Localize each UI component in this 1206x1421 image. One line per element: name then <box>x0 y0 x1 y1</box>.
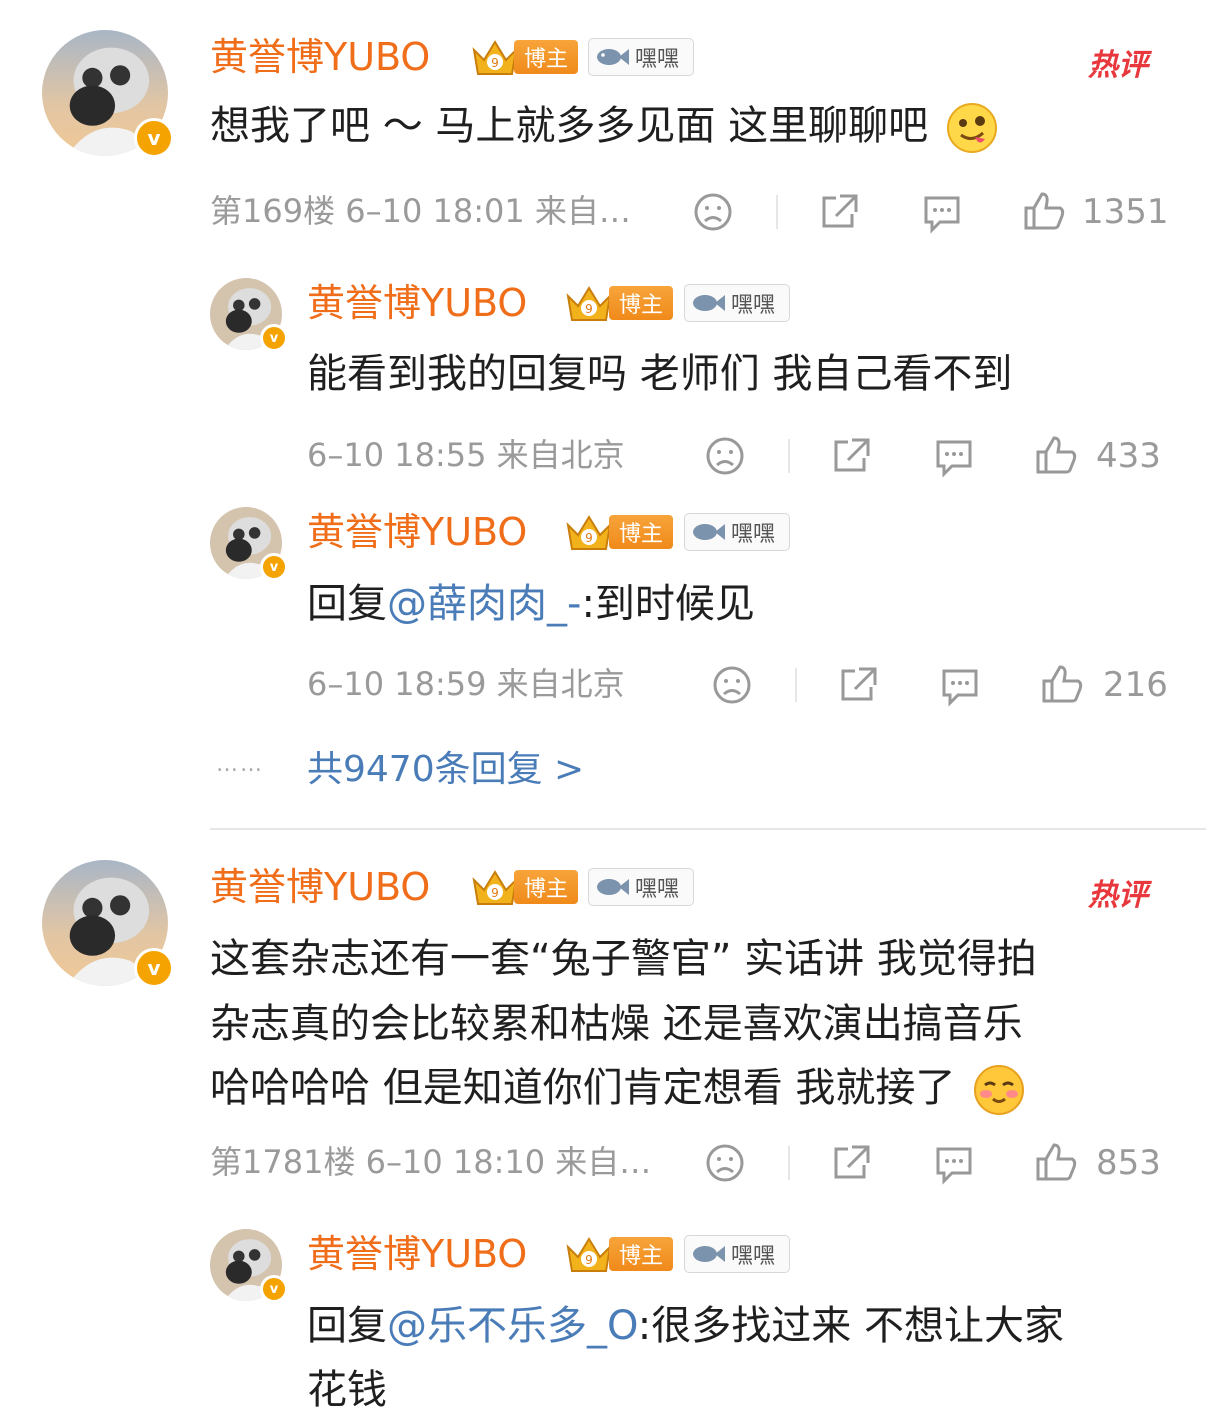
verified-badge: v <box>134 948 174 988</box>
dislike-icon[interactable] <box>693 192 733 232</box>
comment-line: 杂志真的会比较累和枯燥 还是喜欢演出搞音乐 <box>210 1001 1023 1047</box>
reply-text-line-2: 花钱 <box>307 1367 387 1413</box>
shy-emoji <box>974 1065 1025 1115</box>
share-icon[interactable] <box>837 665 879 705</box>
avatar[interactable]: v <box>210 507 288 581</box>
reply-meta: 6–10 18:59 来自北京 <box>307 665 625 703</box>
like-count: 433 <box>1096 436 1161 476</box>
username[interactable]: 黄誉博YUBO <box>307 513 527 551</box>
like-icon[interactable] <box>1040 663 1084 705</box>
share-icon[interactable] <box>830 436 872 476</box>
svg-text:9: 9 <box>491 56 499 70</box>
reply-text: 回复@乐不乐多_O:很多找过来 不想让大家 <box>307 1300 1064 1352</box>
blogger-badge: 博主 <box>609 515 673 549</box>
username[interactable]: 黄誉博YUBO <box>307 1235 527 1273</box>
divider <box>788 1146 790 1180</box>
crown-icon: 9 <box>566 1237 612 1272</box>
divider <box>776 195 778 229</box>
hot-comment-label: 热评 <box>1088 48 1148 83</box>
comment-text: 哈哈哈哈 但是知道你们肯定想看 我就接了 <box>210 1062 1026 1117</box>
share-icon[interactable] <box>830 1143 872 1183</box>
username[interactable]: 黄誉博YUBO <box>307 284 527 322</box>
fish-icon <box>693 1246 725 1262</box>
avatar[interactable]: v <box>210 278 288 352</box>
fan-badge: 嘿嘿 <box>588 868 694 906</box>
verified-badge: v <box>260 553 288 581</box>
avatar[interactable]: v <box>42 30 174 158</box>
fan-label: 嘿嘿 <box>731 1244 776 1269</box>
comment-line: 这套杂志还有一套“兔子警官” 实话讲 我觉得拍 <box>210 936 1037 982</box>
like-icon[interactable] <box>1034 1141 1078 1183</box>
reply-text: 回复@薛肉肉_-:到时候见 <box>307 578 755 630</box>
reply-meta: 6–10 18:55 来自北京 <box>307 436 625 474</box>
avatar[interactable]: v <box>210 1229 288 1303</box>
fan-label: 嘿嘿 <box>635 47 680 72</box>
more-replies-link[interactable]: 共9470条回复 > <box>307 752 584 788</box>
more-dots: …… <box>216 752 264 777</box>
dislike-icon[interactable] <box>705 436 745 476</box>
svg-text:9: 9 <box>585 531 593 545</box>
fan-badge: 嘿嘿 <box>684 284 790 322</box>
tongue-emoji <box>946 103 997 153</box>
fan-badge: 嘿嘿 <box>588 38 694 76</box>
fish-icon <box>693 524 725 540</box>
verified-badge: v <box>260 1275 288 1303</box>
blogger-badge: 博主 <box>514 870 578 904</box>
fan-badge: 嘿嘿 <box>684 513 790 551</box>
reply-body: :很多找过来 不想让大家 <box>637 1303 1064 1349</box>
mention-link[interactable]: @薛肉肉_- <box>387 581 581 627</box>
comment-icon[interactable] <box>920 192 964 234</box>
username[interactable]: 黄誉博YUBO <box>210 868 430 906</box>
fan-label: 嘿嘿 <box>731 522 776 547</box>
divider <box>795 668 797 702</box>
crown-icon: 9 <box>566 515 612 550</box>
like-count: 216 <box>1103 665 1168 705</box>
dislike-icon[interactable] <box>705 1143 745 1183</box>
crown-icon: 9 <box>566 286 612 321</box>
reply-prefix: 回复 <box>307 1303 387 1349</box>
fish-icon <box>597 49 629 65</box>
dislike-icon[interactable] <box>712 665 752 705</box>
verified-badge: v <box>260 324 288 352</box>
reply-prefix: 回复 <box>307 581 387 627</box>
blogger-badge: 博主 <box>514 40 578 74</box>
crown-icon: 9 <box>472 40 518 75</box>
comment-icon[interactable] <box>932 1143 976 1185</box>
comment-line: 想我了吧 ～ 马上就多多见面 这里聊聊吧 <box>210 103 929 149</box>
fan-label: 嘿嘿 <box>635 877 680 902</box>
blogger-badge: 博主 <box>609 286 673 320</box>
fish-icon <box>693 295 725 311</box>
svg-text:9: 9 <box>585 1253 593 1267</box>
like-count: 1351 <box>1082 192 1169 232</box>
svg-text:9: 9 <box>585 302 593 316</box>
comment-text: 想我了吧 ～ 马上就多多见面 这里聊聊吧 <box>210 100 999 155</box>
fish-icon <box>597 879 629 895</box>
fan-label: 嘿嘿 <box>731 293 776 318</box>
divider <box>788 439 790 473</box>
reply-text: 能看到我的回复吗 老师们 我自己看不到 <box>307 351 1013 397</box>
comment-line: 哈哈哈哈 但是知道你们肯定想看 我就接了 <box>210 1065 956 1111</box>
section-divider <box>210 828 1206 830</box>
crown-icon: 9 <box>472 870 518 905</box>
comment-icon[interactable] <box>932 436 976 478</box>
blogger-badge: 博主 <box>609 1237 673 1271</box>
verified-badge: v <box>134 118 174 158</box>
avatar[interactable]: v <box>42 860 174 988</box>
like-icon[interactable] <box>1034 434 1078 476</box>
fan-badge: 嘿嘿 <box>684 1235 790 1273</box>
reply-body: :到时候见 <box>581 581 755 627</box>
mention-link[interactable]: @乐不乐多_O <box>387 1303 638 1349</box>
svg-text:9: 9 <box>491 886 499 900</box>
comment-meta: 第1781楼 6–10 18:10 来自… <box>210 1143 652 1181</box>
comment-meta: 第169楼 6–10 18:01 来自… <box>210 192 631 230</box>
share-icon[interactable] <box>818 192 860 232</box>
like-count: 853 <box>1096 1143 1161 1183</box>
username[interactable]: 黄誉博YUBO <box>210 38 430 76</box>
like-icon[interactable] <box>1022 190 1066 232</box>
comment-icon[interactable] <box>938 665 982 707</box>
hot-comment-label: 热评 <box>1088 878 1148 913</box>
